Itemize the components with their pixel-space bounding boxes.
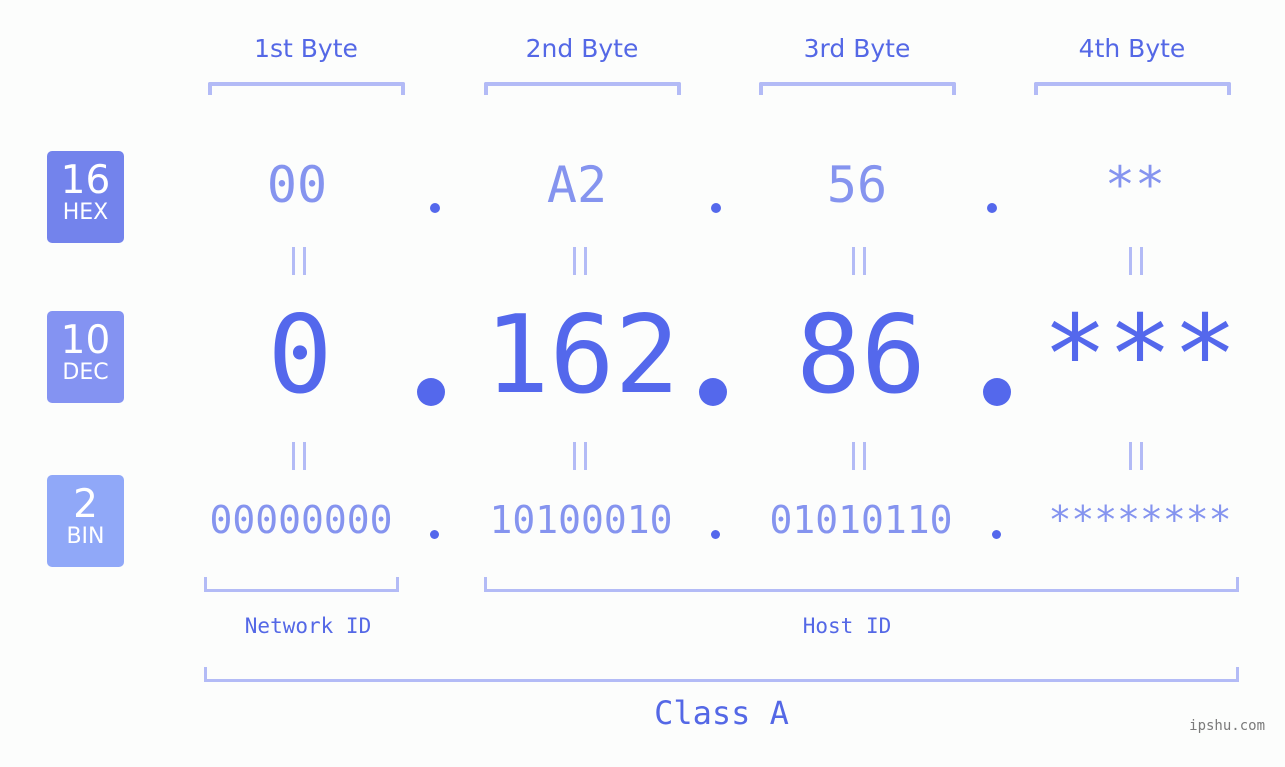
dec-byte-3: 86 (795, 293, 927, 418)
dec-base: 10 (60, 318, 111, 363)
byte-header-4: 4th Byte (1078, 34, 1186, 63)
watermark: ipshu.com (1189, 718, 1265, 734)
equals-icon (1129, 247, 1143, 275)
hex-byte-2: A2 (546, 156, 608, 214)
host-id-bracket (484, 577, 1239, 592)
equals-icon (1129, 442, 1143, 470)
class-label: Class A (654, 694, 789, 732)
dec-dot-1 (417, 378, 445, 406)
bin-dot-2 (711, 530, 720, 539)
hex-byte-1: 00 (266, 156, 328, 214)
hex-badge: 16 HEX (47, 151, 124, 243)
equals-icon (292, 442, 306, 470)
hex-label: HEX (62, 200, 109, 225)
equals-icon (852, 247, 866, 275)
byte-bracket-3 (759, 82, 956, 95)
hex-dot-1 (430, 203, 440, 213)
hex-byte-3: 56 (826, 156, 888, 214)
dec-dot-3 (983, 378, 1011, 406)
bin-dot-1 (430, 530, 439, 539)
equals-icon (573, 442, 587, 470)
network-id-label: Network ID (244, 614, 372, 638)
class-bracket (204, 667, 1239, 682)
byte-header-2: 2nd Byte (525, 34, 639, 63)
equals-icon (852, 442, 866, 470)
bin-byte-2: 10100010 (489, 498, 673, 542)
network-id-bracket (204, 577, 399, 592)
dec-label: DEC (62, 360, 109, 385)
bin-byte-3: 01010110 (769, 498, 953, 542)
host-id-label: Host ID (802, 614, 892, 638)
dec-byte-4: *** (1042, 293, 1238, 418)
hex-dot-3 (987, 203, 997, 213)
dec-byte-2: 162 (484, 293, 680, 418)
equals-icon (573, 247, 587, 275)
dec-badge: 10 DEC (47, 311, 124, 403)
byte-header-1: 1st Byte (254, 34, 358, 63)
hex-dot-2 (711, 203, 721, 213)
bin-base: 2 (73, 482, 98, 527)
bin-dot-3 (992, 530, 1001, 539)
bin-badge: 2 BIN (47, 475, 124, 567)
bin-byte-1: 00000000 (209, 498, 393, 542)
byte-bracket-4 (1034, 82, 1231, 95)
dec-byte-1: 0 (267, 293, 333, 418)
byte-bracket-2 (484, 82, 681, 95)
dec-dot-2 (699, 378, 727, 406)
hex-base: 16 (60, 158, 111, 203)
byte-header-3: 3rd Byte (803, 34, 911, 63)
hex-byte-4: ** (1104, 156, 1166, 214)
equals-icon (292, 247, 306, 275)
bin-byte-4: ******** (1048, 498, 1232, 542)
byte-bracket-1 (208, 82, 405, 95)
bin-label: BIN (66, 524, 105, 549)
